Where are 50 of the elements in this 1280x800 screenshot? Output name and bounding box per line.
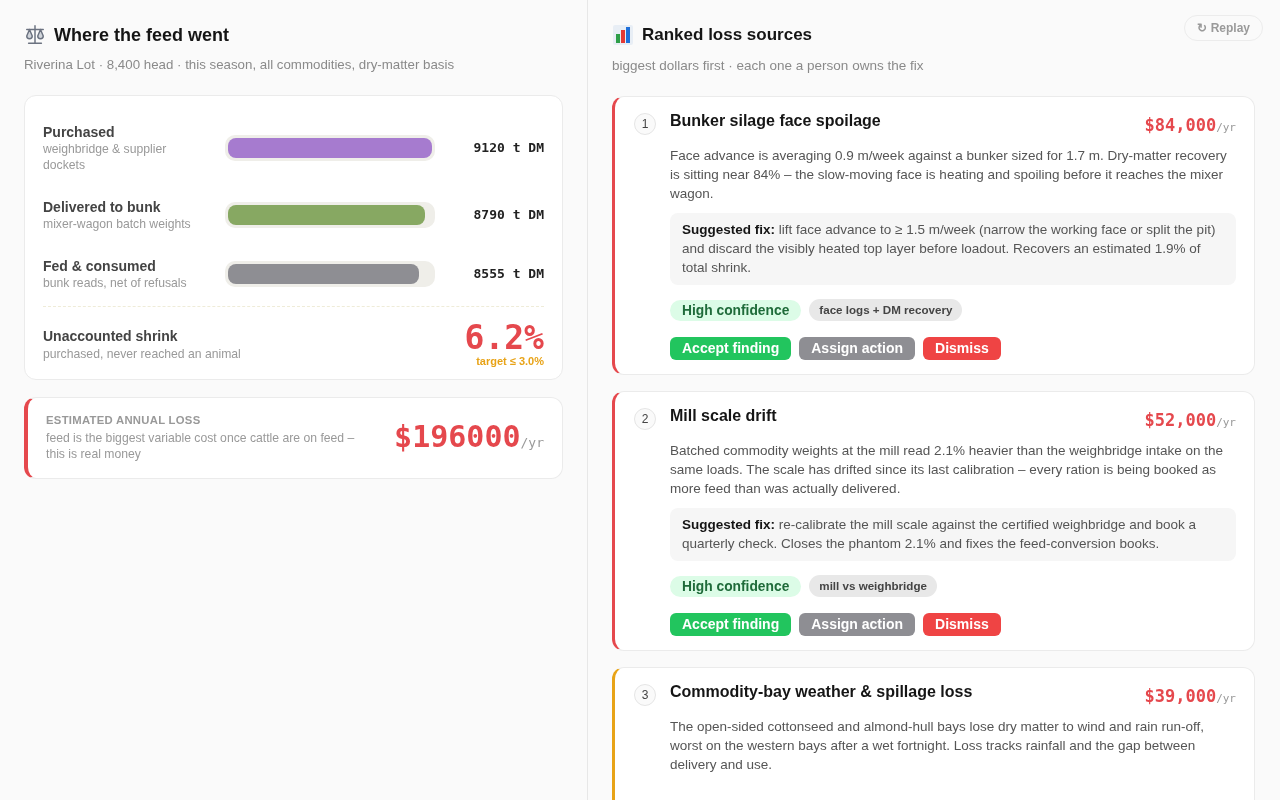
flow-value: 8790 t DM (472, 206, 544, 225)
flow-note: weighbridge & supplier dockets (43, 141, 168, 173)
flow-value: 8555 t DM (472, 265, 544, 284)
source-unit: /yr (1216, 121, 1236, 136)
rank-marker: 1 (634, 113, 656, 135)
loss-note: feed is the biggest variable cost once cattle are on feed – this is real money (46, 430, 356, 462)
loss-amount: $196000 (394, 419, 521, 455)
assign-button[interactable]: Assign action (799, 613, 916, 636)
source-title: Mill scale drift (670, 406, 777, 426)
source-description: The open-sided cottonseed and almond-hull bays lose dry matter to wind and rain run-off, worst on the western bays after a wet fortnight. Loss tracks rainfall and the gap between delivery and use. (670, 718, 1206, 774)
dismiss-button[interactable]: Dismiss (923, 337, 1001, 360)
rank-marker: 3 (634, 684, 656, 706)
panel-title: Ranked loss sources (642, 24, 813, 46)
loss-unit: /yr (520, 435, 544, 450)
loss-label: ESTIMATED ANNUAL LOSS (46, 413, 202, 428)
flow-label: Purchased (43, 123, 116, 141)
source-unit: /yr (1216, 416, 1236, 431)
shrink-target: target ≤ 3.0% (476, 355, 544, 367)
accept-button[interactable]: Accept finding (670, 337, 792, 360)
panel-title: Where the feed went (54, 24, 230, 47)
panel-subtitle: biggest dollars first · each one a person owns the fix (612, 58, 925, 74)
evidence-tag: mill vs weighbridge (809, 575, 937, 597)
rank-marker: 2 (634, 408, 656, 430)
source-amount: $84,000 (1144, 114, 1217, 136)
assign-button[interactable]: Assign action (799, 337, 916, 360)
source-title: Bunker silage face spoilage (670, 111, 881, 131)
confidence-tag: High confidence (670, 575, 802, 597)
confidence-tag: High confidence (670, 299, 802, 321)
evidence-tag: face logs + DM recovery (809, 299, 963, 321)
bar-chart-icon (612, 24, 634, 46)
scales-icon (24, 24, 46, 46)
source-unit: /yr (1216, 692, 1236, 707)
accept-button[interactable]: Accept finding (670, 613, 792, 636)
shrink-note: purchased, never reached an animal (43, 345, 241, 362)
flow-value: 9120 t DM (472, 139, 544, 158)
panel-subtitle: Riverina Lot · 8,400 head · this season, all commodities, dry-matter basis (24, 57, 456, 73)
flow-label: Delivered to bunk (43, 198, 162, 216)
dismiss-button[interactable]: Dismiss (923, 613, 1001, 636)
source-amount: $52,000 (1144, 409, 1217, 431)
suggested-fix: Suggested fix: re-calibrate the mill scale against the certified weighbridge and book a quarterly check. Closes the phantom 2.1% and fixes the feed-conversion books. (670, 508, 1236, 561)
source-description: Face advance is averaging 0.9 m/week against a bunker sized for 1.7 m. Dry-matter recovery is sitting near 84% – the slow-moving face is heating and spoiling before it reaches the mixer wagon. (670, 147, 1228, 203)
source-amount: $39,000 (1144, 685, 1217, 707)
flow-note: bunk reads, net of refusals (43, 275, 188, 291)
flow-label: Fed & consumed (43, 257, 157, 275)
flow-note: mixer-wagon batch weights (43, 216, 192, 232)
source-description: Batched commodity weights at the mill read 2.1% heavier than the weighbridge intake on the same loads. The scale has drifted since its last calibration – every ration is being booked as more feed than was actually delivered. (670, 442, 1225, 498)
suggested-fix: Suggested fix: lift face advance to ≥ 1.5 m/week (narrow the working face or split the pit) and discard the visibly heated top layer before loadout. Recovers an estimated 1.9% of total shrink. (670, 213, 1236, 285)
shrink-percentage: 6.2% (464, 321, 544, 355)
source-title: Commodity-bay weather & spillage loss (670, 682, 973, 702)
shrink-label: Unaccounted shrink (43, 326, 179, 346)
